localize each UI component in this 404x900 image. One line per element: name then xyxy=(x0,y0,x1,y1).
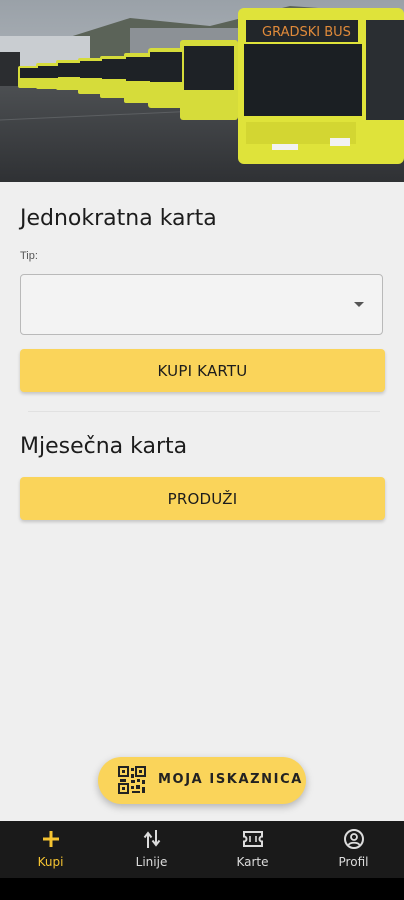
nav-item-kupi[interactable]: Kupi xyxy=(0,821,101,878)
nav-label-linije: Linije xyxy=(135,855,168,869)
my-id-card-button[interactable]: MOJA ISKAZNICA xyxy=(98,757,306,804)
system-navigation-bar xyxy=(0,878,404,900)
nav-label-kupi: Kupi xyxy=(37,855,64,869)
account-icon xyxy=(343,828,365,855)
my-id-card-label: MOJA ISKAZNICA xyxy=(158,772,303,787)
dropdown-arrow-icon xyxy=(354,302,364,307)
nav-label-karte: Karte xyxy=(236,855,269,869)
bottom-navigation: Kupi Linije Karte Profil xyxy=(0,821,404,878)
extend-ticket-button[interactable]: PRODUŽI xyxy=(20,477,385,520)
route-icon xyxy=(141,828,163,855)
buy-ticket-button[interactable]: KUPI KARTU xyxy=(20,349,385,392)
nav-item-karte[interactable]: Karte xyxy=(202,821,303,878)
nav-item-linije[interactable]: Linije xyxy=(101,821,202,878)
bus-sign: GRADSKI BUS xyxy=(262,25,351,40)
qr-code-icon xyxy=(118,766,146,799)
nav-item-profil[interactable]: Profil xyxy=(303,821,404,878)
ticket-type-select[interactable] xyxy=(20,274,383,335)
nav-label-profil: Profil xyxy=(338,855,369,869)
monthly-ticket-title: Mjesečna karta xyxy=(20,434,188,459)
section-divider xyxy=(28,411,380,412)
single-ticket-title: Jednokratna karta xyxy=(20,206,217,231)
ticket-icon xyxy=(241,828,265,855)
ticket-type-label: Tip: xyxy=(20,250,38,262)
hero-image: GRADSKI BUS xyxy=(0,0,404,182)
plus-icon xyxy=(40,828,62,855)
